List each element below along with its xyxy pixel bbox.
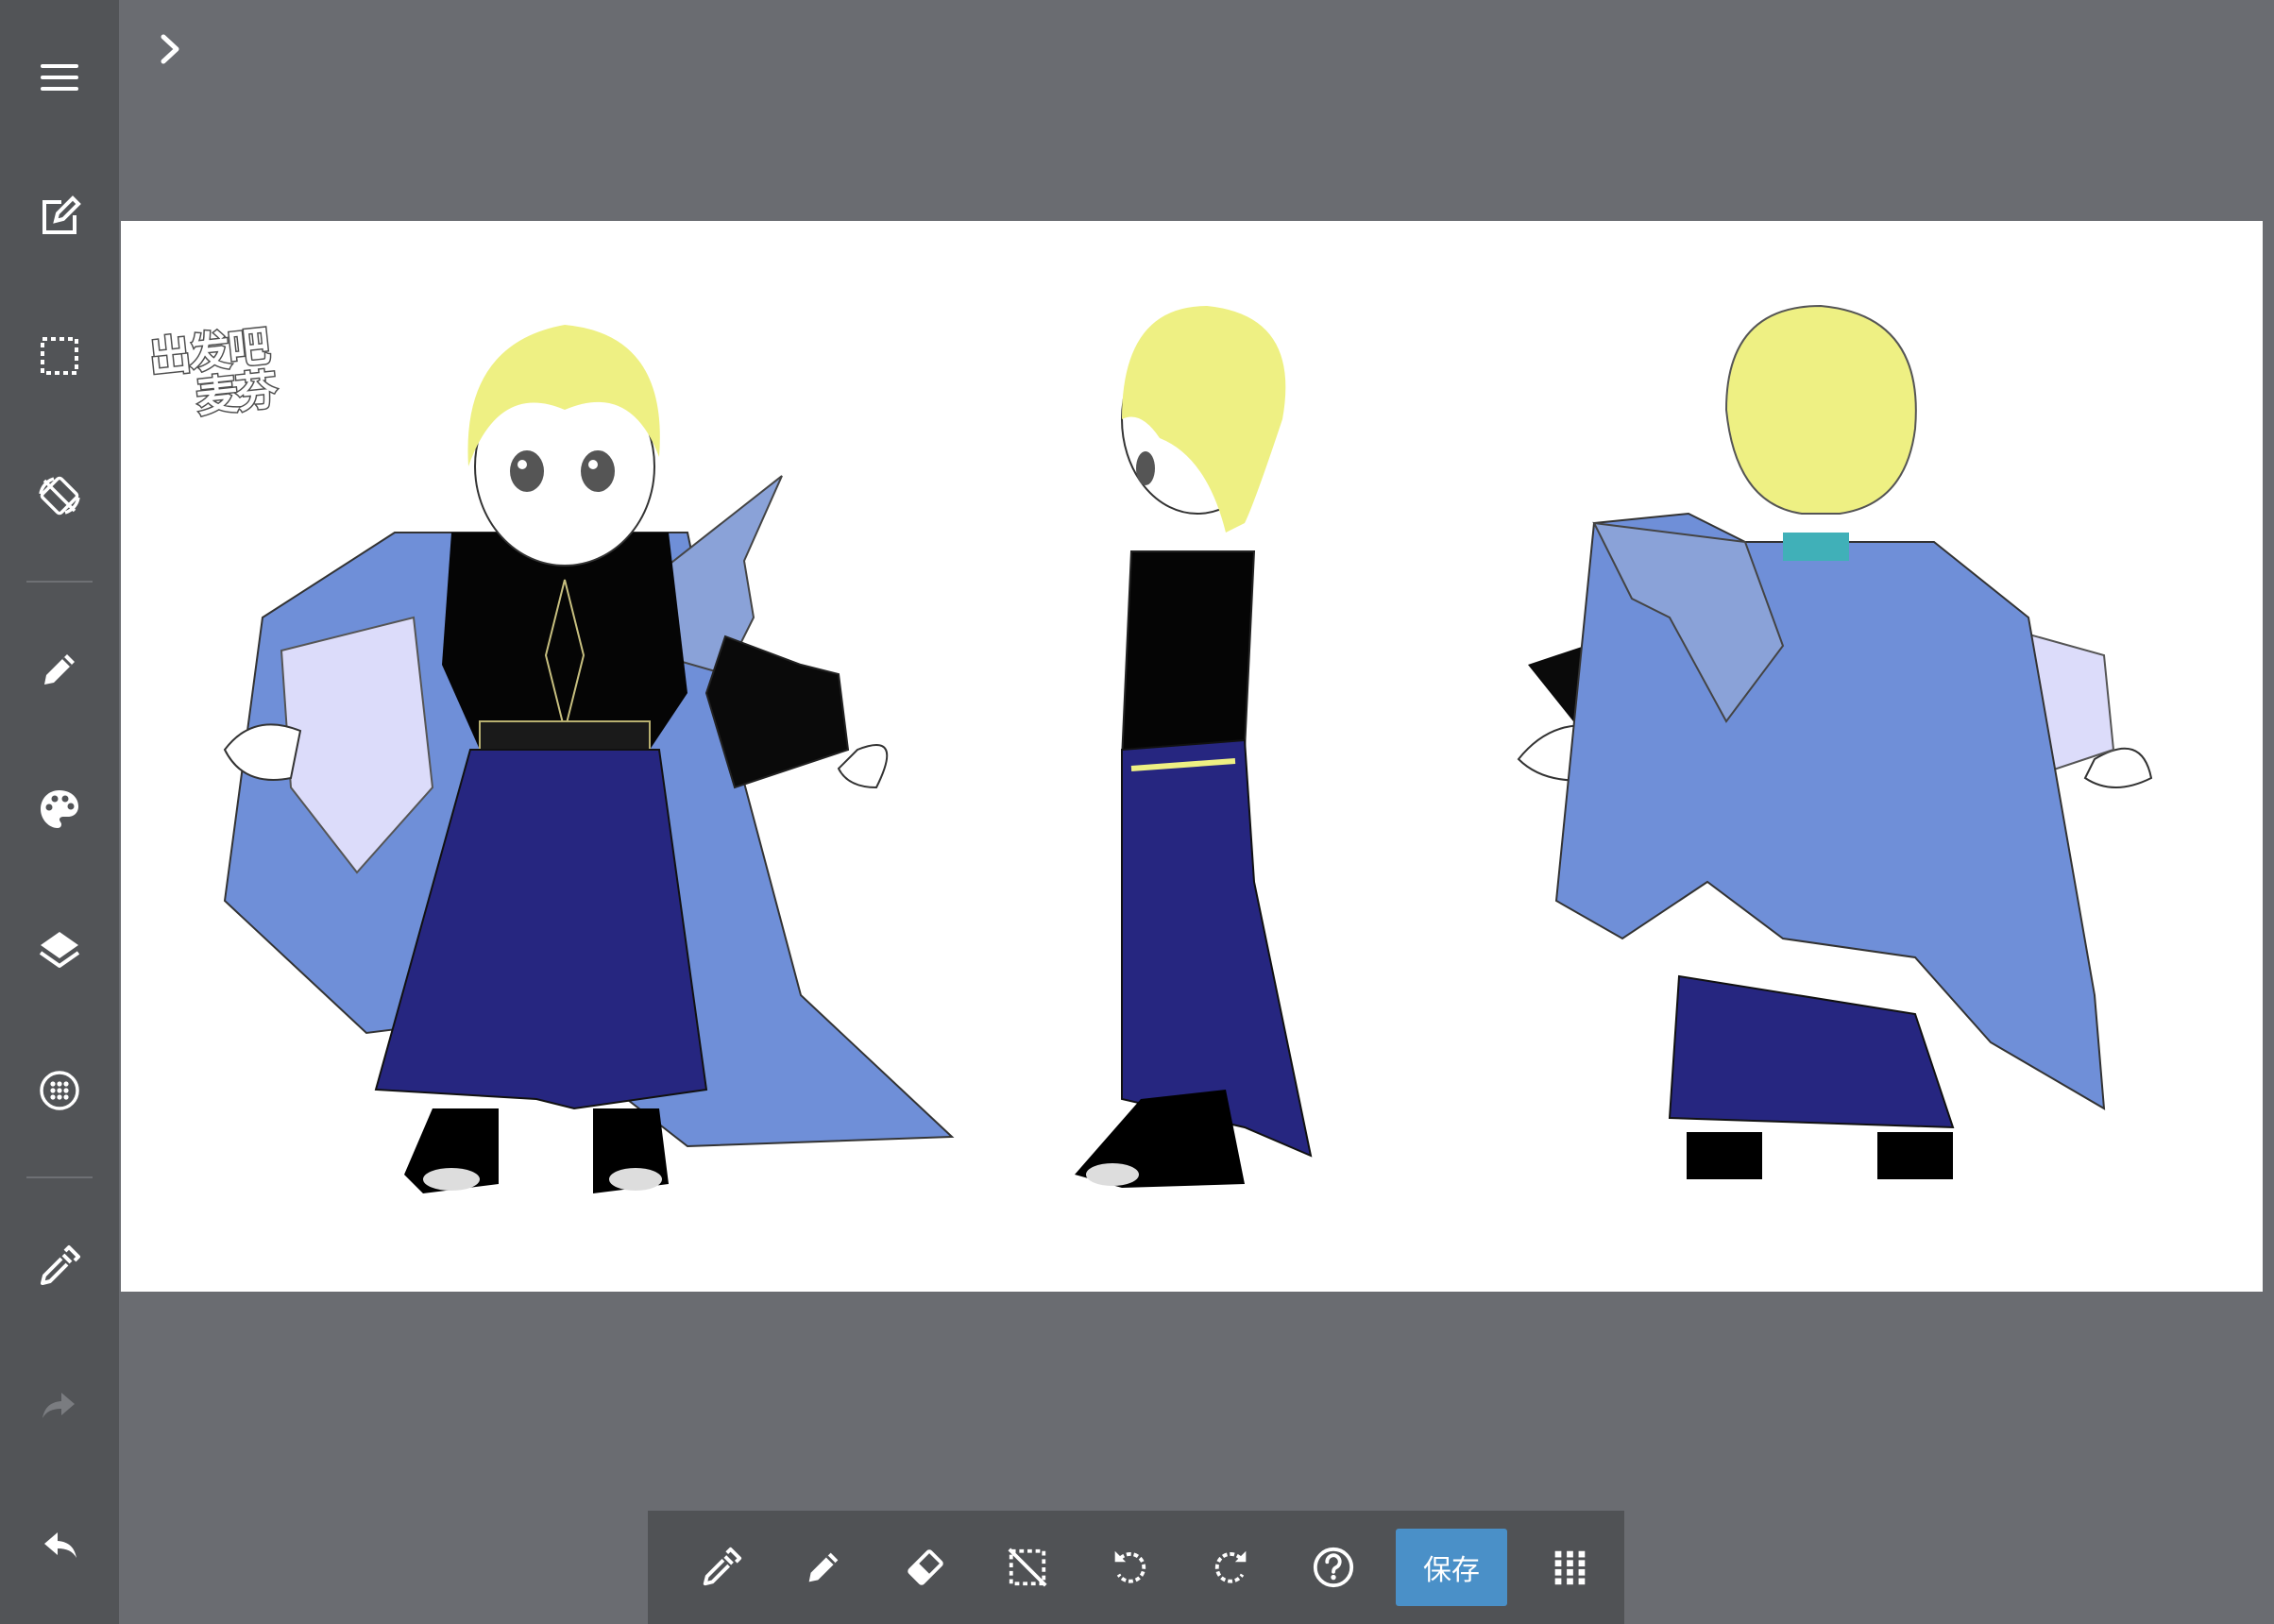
menu-button[interactable] [0, 25, 119, 129]
grid-dots-button[interactable] [0, 1039, 119, 1142]
eraser-tool-button[interactable] [874, 1522, 976, 1613]
rotate-right-button[interactable] [1180, 1522, 1282, 1613]
bottom-toolbar: 保存 [648, 1511, 1624, 1624]
redo-icon [42, 1393, 75, 1418]
help-button[interactable] [1282, 1522, 1384, 1613]
side-view-figure [1075, 306, 1313, 1188]
undo-button[interactable] [0, 1494, 119, 1598]
drawing-canvas[interactable]: 出发吧 麦芬 [121, 221, 2263, 1292]
front-view-figure [223, 325, 955, 1193]
eyedropper-button[interactable] [0, 1214, 119, 1318]
back-view-figure [1517, 304, 2153, 1179]
sidebar-divider [26, 581, 93, 583]
edit-document-button[interactable] [0, 165, 119, 269]
layers-button[interactable] [0, 897, 119, 1001]
eyedropper-icon [703, 1547, 742, 1586]
deselect-button[interactable] [976, 1522, 1078, 1613]
more-menu-button[interactable] [1519, 1522, 1621, 1613]
menu-icon [41, 64, 78, 91]
deselect-icon [1008, 1548, 1047, 1587]
selection-button[interactable] [0, 304, 119, 408]
eyedropper-tool-button[interactable] [670, 1522, 772, 1613]
pencil-tool-button[interactable] [0, 617, 119, 721]
eraser-icon [908, 1549, 943, 1585]
character-sketch-artwork [223, 304, 2153, 1193]
rotate-canvas-button[interactable] [0, 444, 119, 548]
left-sidebar [0, 0, 119, 1624]
eyedropper-icon [41, 1245, 80, 1285]
pencil-icon [808, 1552, 839, 1582]
palette-icon [41, 790, 78, 828]
layers-icon [39, 932, 80, 968]
save-button[interactable]: 保存 [1396, 1529, 1507, 1606]
rotate-left-icon [1114, 1550, 1146, 1583]
edit-document-icon [42, 195, 81, 234]
pencil-tool-button[interactable] [772, 1522, 874, 1613]
undo-icon [44, 1532, 76, 1558]
grid-menu-icon [1554, 1550, 1586, 1585]
pencil-icon [44, 654, 75, 685]
redo-button[interactable] [0, 1354, 119, 1458]
chevron-right-icon [161, 34, 179, 64]
selection-icon [41, 337, 78, 375]
rotate-canvas-icon [39, 476, 80, 516]
grid-dots-icon [40, 1071, 79, 1110]
sidebar-divider [26, 1176, 93, 1178]
rotate-right-icon [1214, 1550, 1247, 1583]
palette-button[interactable] [0, 757, 119, 861]
rotate-left-button[interactable] [1078, 1522, 1180, 1613]
expand-panel-button[interactable] [151, 28, 189, 70]
help-icon [1313, 1547, 1354, 1588]
